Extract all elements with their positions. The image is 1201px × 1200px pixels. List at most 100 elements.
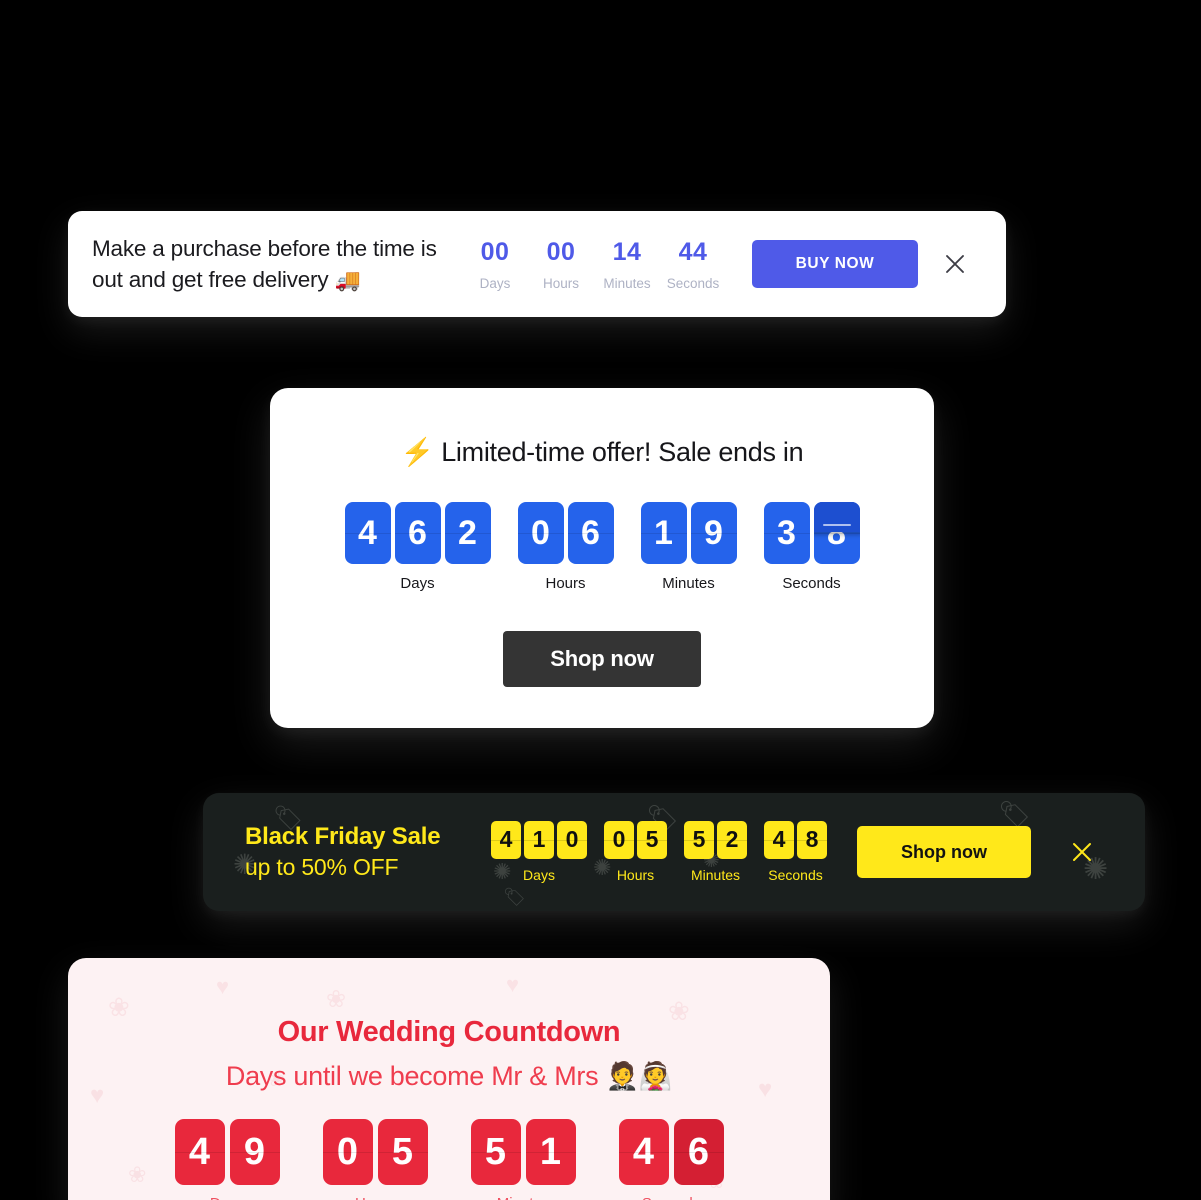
- limited-time-offer-card: ⚡ Limited-time offer! Sale ends in 4 6 2…: [270, 388, 934, 728]
- flip-digits-days: 4 6 2: [344, 502, 491, 564]
- bf-group-seconds: 4 8 Seconds: [764, 820, 827, 884]
- heart-watermark-icon: ♥: [216, 974, 230, 999]
- bf-card-digit: 2: [717, 820, 747, 859]
- wed-card-digit: 5: [470, 1119, 521, 1185]
- wedding-subtitle: Days until we become Mr & Mrs 🤵👰: [225, 1059, 673, 1093]
- wed-card-digit: 4: [618, 1119, 669, 1185]
- countdown-label-days: Days: [479, 275, 511, 291]
- bf-label-minutes: Minutes: [690, 866, 741, 883]
- wedding-countdown-card: ❀ ♥ ❀ ♥ ❀ ♥ ❀ ♥ ❀ ♥ ❀ Our Wedding Countd…: [68, 958, 830, 1200]
- wed-card-digit: 4: [174, 1119, 225, 1185]
- tag-watermark-icon: 🏷: [998, 799, 1032, 829]
- wedding-title: Our Wedding Countdown: [277, 1016, 621, 1048]
- flip-label-hours: Hours: [545, 575, 586, 592]
- countdown-unit-minutes: 14 Minutes: [594, 237, 660, 292]
- flip-card-digit: 1: [640, 502, 687, 564]
- flip-group-seconds: 3 8 Seconds: [763, 502, 860, 593]
- countdown-label-minutes: Minutes: [603, 275, 651, 291]
- flip-fold-overlay: [813, 502, 860, 532]
- bf-card-digit: 0: [557, 820, 587, 859]
- bf-label-seconds: Seconds: [768, 866, 823, 883]
- floral-watermark-icon: ❀: [668, 996, 690, 1026]
- bf-card-digit: 0: [604, 820, 634, 859]
- countdown-value-hours: 00: [546, 237, 576, 266]
- bf-card-digit: 4: [491, 820, 521, 859]
- floral-watermark-icon: ❀: [128, 1162, 147, 1187]
- heart-watermark-icon: ♥: [758, 1076, 773, 1103]
- black-friday-subtitle: up to 50% OFF: [245, 854, 399, 880]
- floral-watermark-icon: ❀: [108, 992, 130, 1022]
- bf-card-digit: 5: [637, 820, 667, 859]
- bf-label-days: Days: [523, 866, 555, 883]
- wed-card-digit-animating: 6: [673, 1119, 724, 1185]
- countdown-value-seconds: 44: [678, 237, 708, 266]
- delivery-message-line1: Make a purchase before the time: [92, 235, 415, 261]
- close-x-icon[interactable]: [940, 249, 970, 279]
- bf-card-digit: 5: [684, 820, 714, 859]
- lightning-bolt-icon: ⚡: [400, 437, 435, 467]
- wed-digits-minutes: 5 1: [470, 1119, 576, 1185]
- bf-group-hours: 0 5 Hours: [604, 820, 667, 884]
- flip-card-digit-animating: 8: [813, 502, 860, 564]
- wed-label-seconds: Seconds: [642, 1195, 700, 1200]
- bf-digits-minutes: 5 2: [684, 820, 747, 859]
- black-friday-headline: Black Friday Sale up to 50% OFF: [245, 822, 457, 882]
- bf-card-digit: 8: [797, 820, 827, 859]
- delivery-message: Make a purchase before the time is out a…: [92, 233, 450, 296]
- flip-label-seconds: Seconds: [782, 575, 841, 592]
- flip-group-minutes: 1 9 Minutes: [640, 502, 737, 593]
- flip-card-digit: 9: [690, 502, 737, 564]
- countdown-label-seconds: Seconds: [666, 275, 720, 291]
- flip-card-digit: 2: [444, 502, 491, 564]
- limited-offer-title-text: Limited-time offer! Sale ends in: [441, 437, 804, 467]
- flip-card-digit: 6: [567, 502, 614, 564]
- wed-group-minutes: 5 1 Minutes: [470, 1119, 576, 1200]
- limited-countdown: 4 6 2 Days 0 6 Hours 1 9 Minutes 3 8 Sec…: [344, 502, 860, 593]
- heart-watermark-icon: ♥: [506, 972, 520, 997]
- wed-label-minutes: Minutes: [497, 1195, 550, 1200]
- countdown-unit-days: 00 Days: [462, 237, 528, 292]
- bf-card-digit: 4: [764, 820, 794, 859]
- close-x-icon[interactable]: [1067, 837, 1097, 867]
- wed-group-days: 4 9 Days: [174, 1119, 280, 1200]
- wedding-countdown: 4 9 Days 0 5 Hours 5 1 Minutes: [174, 1119, 724, 1200]
- wed-card-digit: 1: [525, 1119, 576, 1185]
- bf-digits-days: 4 1 0: [491, 820, 587, 859]
- countdown-label-hours: Hours: [542, 275, 579, 291]
- countdown-value-days: 00: [480, 237, 510, 266]
- bf-group-minutes: 5 2 Minutes: [684, 820, 747, 884]
- flip-label-minutes: Minutes: [662, 575, 715, 592]
- delivery-countdown: 00 Days 00 Hours 14 Minutes 44 Seconds: [462, 237, 726, 292]
- wed-group-hours: 0 5 Hours: [322, 1119, 428, 1200]
- flip-label-days: Days: [400, 575, 435, 592]
- black-friday-title: Black Friday Sale: [245, 823, 441, 850]
- wed-group-seconds: 4 6 Seconds: [618, 1119, 724, 1200]
- wed-digits-hours: 0 5: [322, 1119, 428, 1185]
- countdown-unit-seconds: 44 Seconds: [660, 237, 726, 292]
- shop-now-button[interactable]: Shop now: [503, 631, 701, 687]
- flip-card-digit: 0: [517, 502, 564, 564]
- delivery-countdown-bar: Make a purchase before the time is out a…: [68, 211, 1006, 317]
- tag-watermark-icon: 🏷: [503, 887, 526, 907]
- flip-card-digit: 4: [344, 502, 391, 564]
- flip-digits-hours: 0 6: [517, 502, 614, 564]
- wed-card-digit: 5: [377, 1119, 428, 1185]
- floral-watermark-icon: ❀: [326, 986, 347, 1013]
- bf-group-days: 4 1 0 Days: [491, 820, 587, 884]
- countdown-widgets-showcase: Make a purchase before the time is out a…: [0, 0, 1201, 1200]
- buy-now-button[interactable]: BUY NOW: [752, 240, 918, 288]
- wed-digits-seconds: 4 6: [618, 1119, 724, 1185]
- black-friday-shop-now-button[interactable]: Shop now: [857, 826, 1031, 878]
- flip-group-days: 4 6 2 Days: [344, 502, 491, 593]
- bf-label-hours: Hours: [616, 866, 655, 883]
- wedding-subtitle-text: Days until we become Mr & Mrs: [225, 1061, 599, 1091]
- wed-digits-days: 4 9: [174, 1119, 280, 1185]
- bf-card-digit: 1: [524, 820, 554, 859]
- flip-group-hours: 0 6 Hours: [517, 502, 614, 593]
- flip-digits-minutes: 1 9: [640, 502, 737, 564]
- couple-icon: 🤵👰: [605, 1061, 673, 1091]
- wed-card-digit: 0: [322, 1119, 373, 1185]
- flip-fold-line: [822, 524, 851, 526]
- bf-digits-hours: 0 5: [604, 820, 667, 859]
- heart-watermark-icon: ♥: [90, 1082, 105, 1109]
